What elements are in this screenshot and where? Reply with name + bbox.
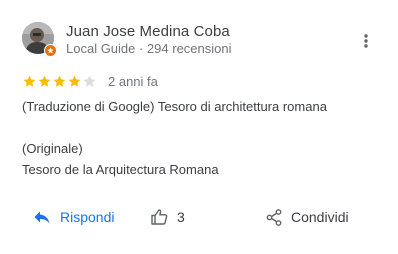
author-meta[interactable]: Local Guide · 294 recensioni (66, 41, 232, 57)
star-rating (22, 73, 97, 89)
thumb-up-icon (151, 209, 168, 225)
review-text-spacer (22, 117, 327, 138)
author-name[interactable]: Juan Jose Medina Coba (66, 23, 230, 41)
more-options-button[interactable] (356, 30, 376, 52)
share-icon (266, 208, 282, 226)
like-count: 3 (177, 209, 185, 225)
review-card: Juan Jose Medina Coba Local Guide · 294 … (0, 0, 398, 254)
review-text: (Traduzione di Google) Tesoro di archite… (22, 96, 327, 180)
review-date: 2 anni fa (108, 74, 158, 89)
star-filled-icon (68, 75, 81, 87)
review-text-original: Tesoro de la Arquitectura Romana (22, 162, 219, 177)
star-filled-icon (23, 75, 36, 87)
share-button[interactable]: Condividi (266, 205, 349, 229)
review-text-translated: (Traduzione di Google) Tesoro di archite… (22, 99, 327, 114)
local-guide-badge-icon (44, 44, 57, 57)
review-text-original-label: (Originale) (22, 141, 83, 156)
share-label: Condividi (291, 209, 349, 225)
review-actions: Rispondi 3 Condividi (0, 205, 398, 229)
star-filled-icon (38, 75, 51, 87)
reply-label: Rispondi (60, 209, 115, 225)
star-empty-icon (83, 75, 96, 87)
like-button[interactable]: 3 (151, 205, 185, 229)
reply-button[interactable]: Rispondi (34, 205, 114, 229)
reply-icon (34, 211, 50, 224)
more-vert-icon (364, 34, 368, 48)
star-filled-icon (53, 75, 66, 87)
author-avatar[interactable] (22, 22, 57, 57)
